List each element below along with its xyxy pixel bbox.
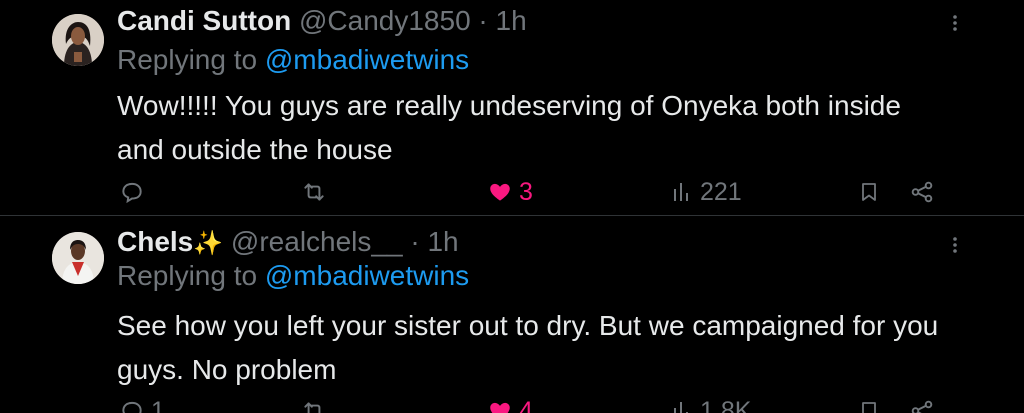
views-button[interactable]: 1.8K (672, 396, 751, 413)
action-bar: 1 4 1.8K (0, 396, 1024, 413)
like-button[interactable]: 3 (487, 177, 533, 207)
action-bar: 3 221 (0, 177, 1024, 207)
more-vertical-dots-icon[interactable] (945, 230, 965, 260)
replying-to-label: Replying to (117, 260, 265, 291)
comment-bubble-icon (122, 401, 142, 413)
replying-to-label: Replying to (117, 44, 265, 75)
reply-count: 1 (151, 396, 165, 413)
views-bar-chart-icon (674, 402, 688, 413)
views-count: 1.8K (700, 396, 752, 413)
retweet-button[interactable] (301, 177, 333, 207)
display-name[interactable]: Candi Sutton (117, 5, 291, 36)
bookmark-button[interactable] (857, 177, 881, 207)
share-icon (911, 181, 933, 203)
tweet-text: See how you left your sister out to dry.… (117, 310, 939, 385)
user-handle[interactable]: @Candy1850 (299, 5, 471, 36)
bookmark-icon (862, 183, 876, 201)
reply-item[interactable]: Chels✨ @realchels__ · 1h Replying to @mb… (0, 216, 1024, 413)
avatar[interactable] (52, 14, 104, 66)
tweet-header: Candi Sutton @Candy1850 · 1h (117, 3, 527, 39)
separator-dot: · (410, 226, 420, 257)
comment-bubble-icon (122, 182, 142, 204)
reply-button[interactable] (119, 177, 151, 207)
bookmark-icon (862, 402, 876, 413)
retweet-button[interactable] (301, 396, 333, 413)
avatar[interactable] (52, 232, 104, 284)
like-count: 4 (519, 396, 533, 413)
reply-button[interactable]: 1 (119, 396, 165, 413)
timestamp[interactable]: 1h (427, 226, 458, 257)
retweet-icon (304, 402, 321, 413)
more-vertical-dots-icon[interactable] (945, 8, 965, 38)
mention-link[interactable]: @mbadiwetwins (265, 44, 469, 75)
reply-item[interactable]: Candi Sutton @Candy1850 · 1h Replying to… (0, 0, 1024, 216)
display-name[interactable]: Chels (117, 226, 193, 257)
bookmark-button[interactable] (857, 396, 881, 413)
tweet-header: Chels✨ @realchels__ · 1h (117, 224, 459, 260)
replying-to-line: Replying to @mbadiwetwins (117, 42, 469, 78)
retweet-icon (304, 183, 324, 201)
timestamp[interactable]: 1h (496, 5, 527, 36)
heart-icon (490, 183, 510, 201)
separator-dot: · (478, 5, 488, 36)
share-button[interactable] (909, 396, 935, 413)
views-count: 221 (700, 177, 742, 206)
like-button[interactable]: 4 (487, 396, 533, 413)
replying-to-line: Replying to @mbadiwetwins (117, 258, 469, 294)
share-button[interactable] (909, 177, 935, 207)
tweet-text: Wow!!!!! You guys are really undeserving… (117, 90, 901, 165)
like-count: 3 (519, 177, 533, 206)
heart-icon (490, 402, 510, 413)
views-bar-chart-icon (674, 183, 688, 201)
sparkles-emoji: ✨ (193, 230, 224, 257)
share-icon (911, 400, 933, 413)
mention-link[interactable]: @mbadiwetwins (265, 260, 469, 291)
views-button[interactable]: 221 (672, 177, 742, 207)
user-handle[interactable]: @realchels__ (231, 226, 403, 257)
